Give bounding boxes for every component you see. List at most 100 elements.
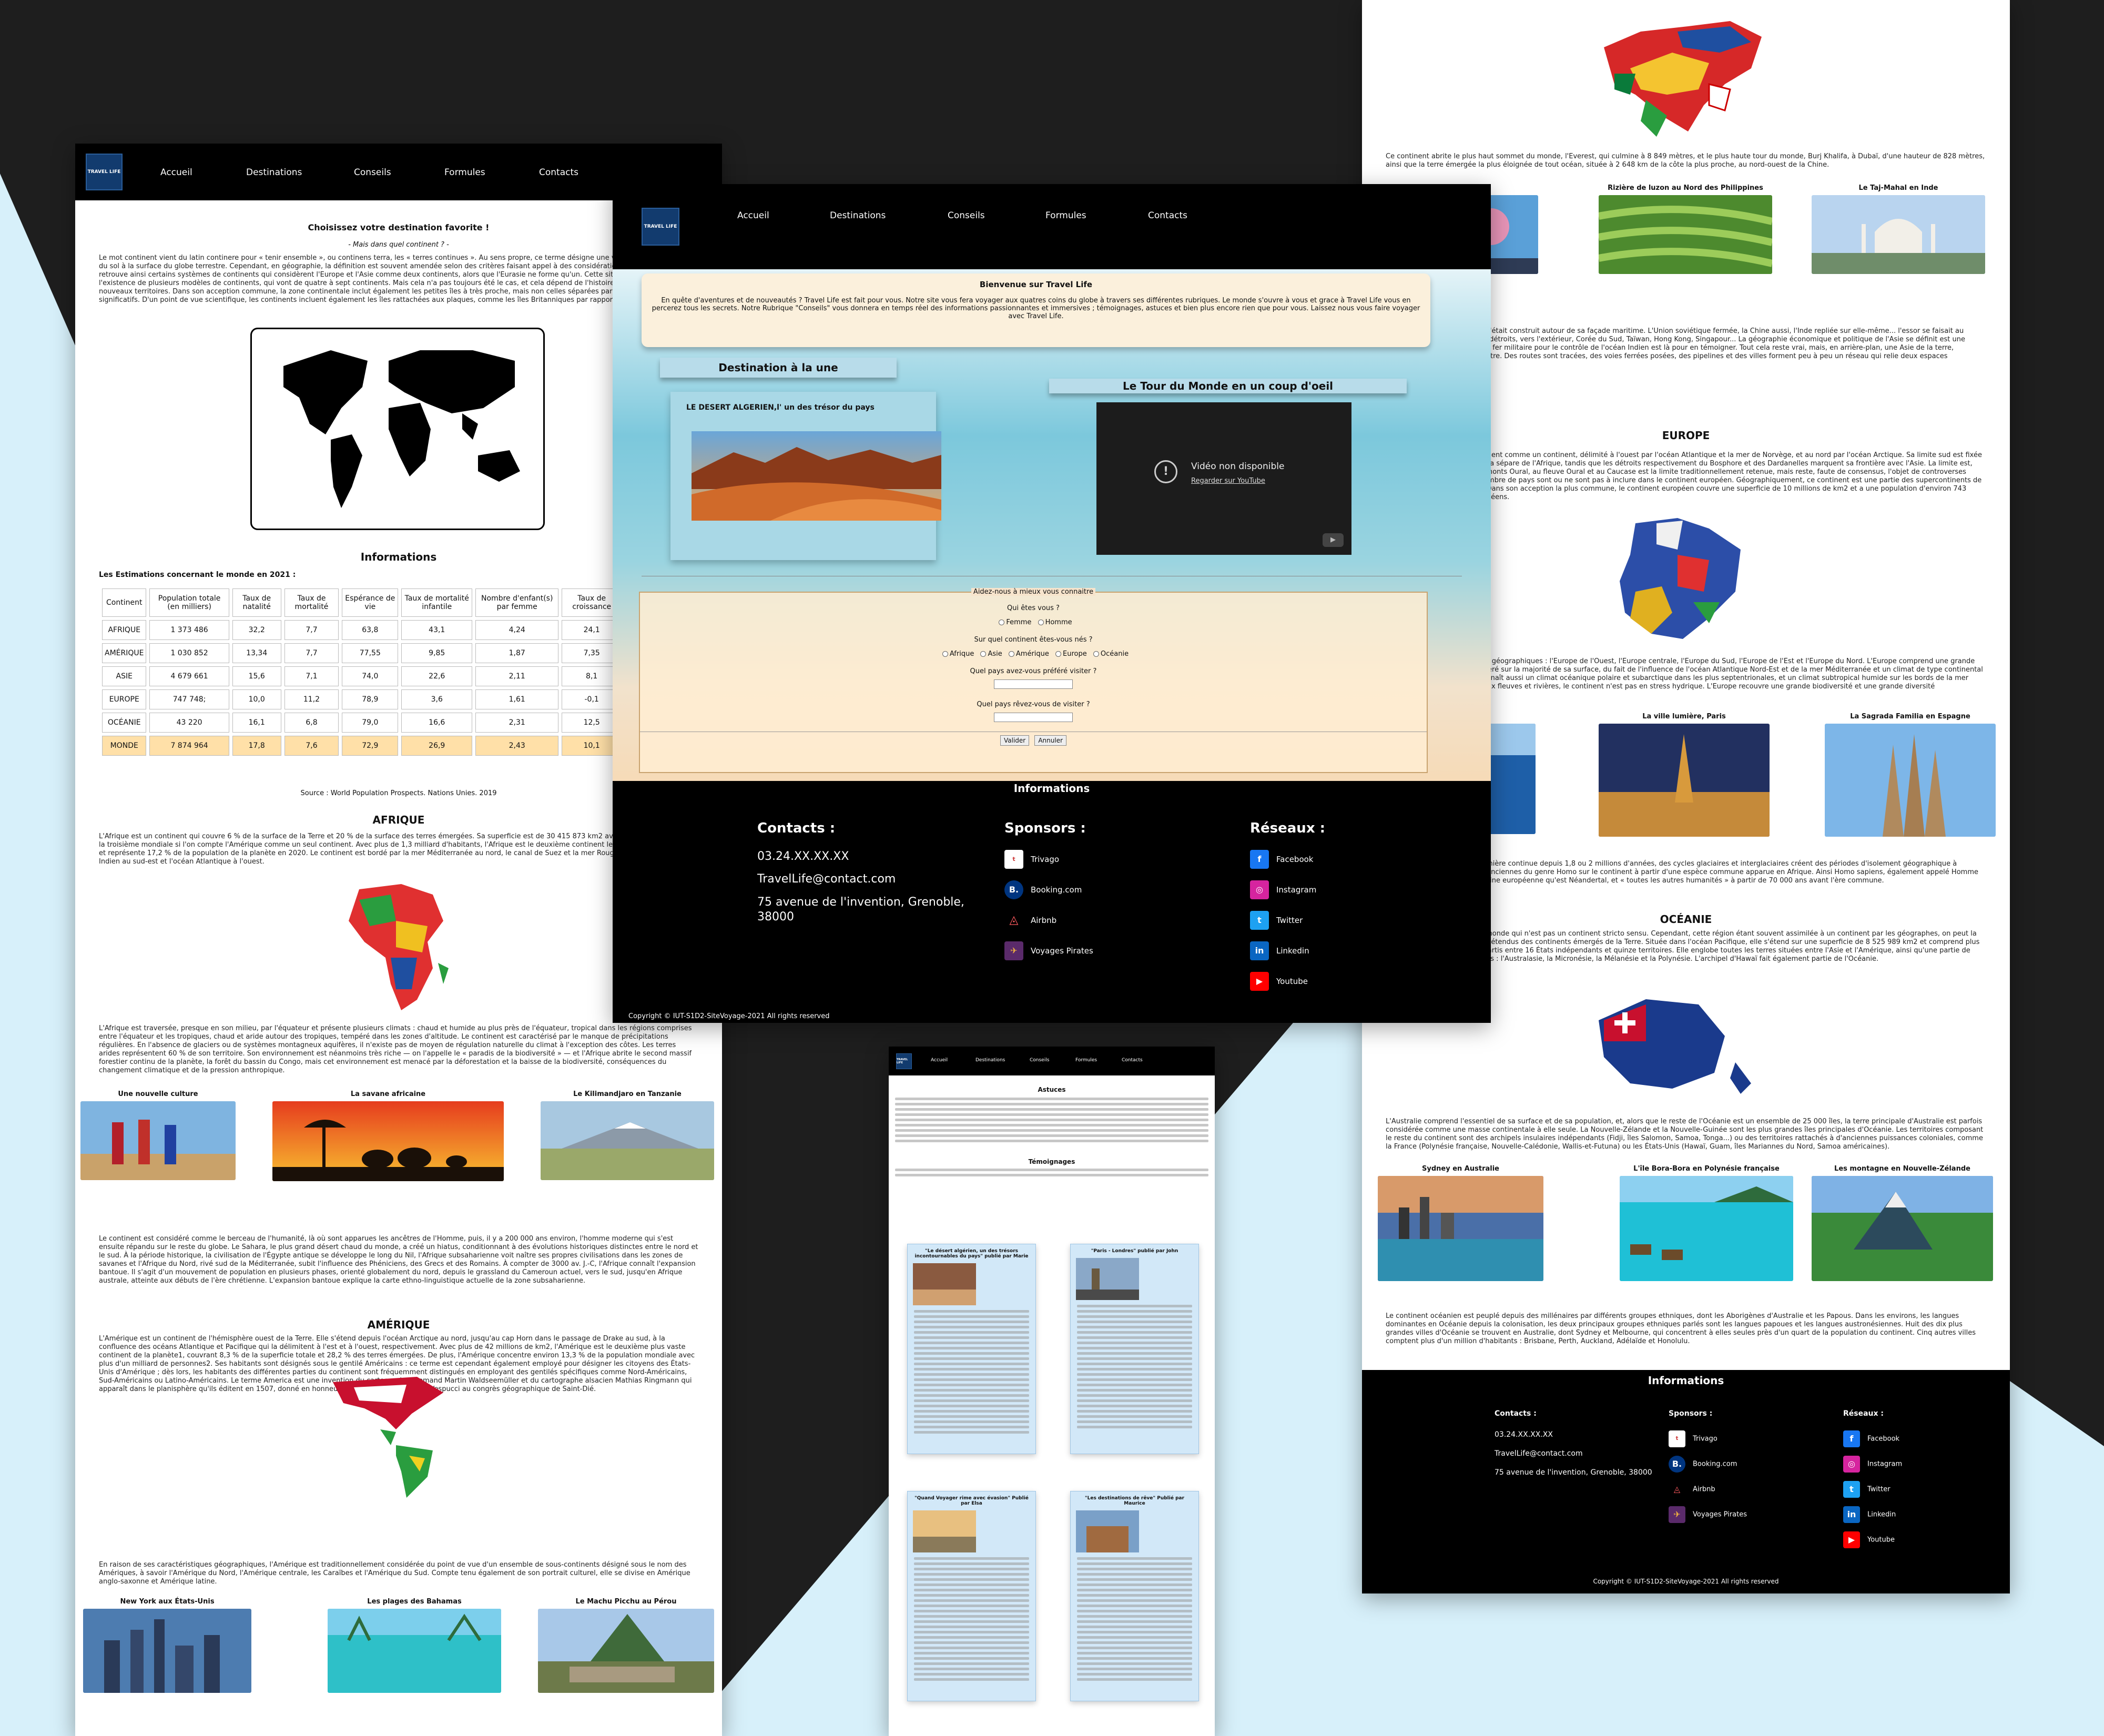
facebook-icon: f — [1250, 850, 1269, 869]
nav-formules-small[interactable]: Formules — [1075, 1058, 1097, 1063]
afrique-text-1: L'Afrique est un continent qui couvre 6 … — [99, 833, 696, 866]
nav-accueil-small[interactable]: Accueil — [931, 1058, 948, 1063]
world-map-icon — [283, 350, 520, 508]
nav-conseils-small[interactable]: Conseils — [1030, 1058, 1049, 1063]
caption-machu-picchu: Le Machu Picchu au Pérou — [575, 1598, 677, 1606]
sponsor-voyages-pirates[interactable]: ✈ Voyages Pirates — [1669, 1506, 1747, 1523]
option-amerique: Amérique — [1015, 650, 1049, 658]
dream-country-input[interactable] — [994, 713, 1073, 722]
sponsor-trivago[interactable]: t Trivago — [1669, 1430, 1747, 1447]
welcome-text: En quête d'aventures et de nouveautés ? … — [652, 297, 1420, 320]
caption-sydney: Sydney en Australie — [1422, 1165, 1499, 1173]
home-page: TRAVEL LIFE Accueil Destinations Conseil… — [613, 184, 1491, 1023]
radio-afrique[interactable] — [942, 651, 948, 657]
footer-home-title: Informations — [1013, 782, 1090, 795]
table-cell: 32,2 — [232, 620, 281, 640]
nav-accueil[interactable]: Accueil — [160, 167, 192, 178]
video-player[interactable]: ! Vidéo non disponible Regarder sur YouT… — [1096, 402, 1351, 555]
home-network-instagram[interactable]: ◎ Instagram — [1250, 880, 1325, 899]
sponsor-airbnb[interactable]: ◬ Airbnb — [1669, 1481, 1747, 1498]
reset-button[interactable]: Annuler — [1034, 735, 1067, 746]
table-cell: AMÉRIQUE — [102, 643, 147, 663]
nav-formules-home[interactable]: Formules — [1045, 210, 1086, 221]
home-network-linkedin[interactable]: in Linkedin — [1250, 941, 1325, 960]
caption-culture: Une nouvelle culture — [118, 1090, 198, 1098]
nav-contacts-small[interactable]: Contacts — [1122, 1058, 1143, 1063]
video-unavailable: Vidéo non disponible — [1191, 461, 1285, 472]
table-cell: 63,8 — [342, 620, 399, 640]
submit-button[interactable]: Valider — [1000, 735, 1030, 746]
radio-femme[interactable] — [999, 620, 1005, 625]
sponsor-booking[interactable]: B. Booking.com — [1669, 1456, 1747, 1473]
radio-oceanie[interactable] — [1093, 651, 1099, 657]
table-cell: 43 220 — [149, 713, 229, 733]
machu-picchu-photo — [538, 1609, 714, 1693]
home-sponsor-trivago[interactable]: t Trivago — [1004, 850, 1093, 869]
nav-destinations[interactable]: Destinations — [246, 167, 302, 178]
nav-contacts-home[interactable]: Contacts — [1148, 210, 1187, 221]
video-youtube-link[interactable]: Regarder sur YouTube — [1191, 477, 1265, 485]
nav-conseils[interactable]: Conseils — [354, 167, 391, 178]
nav-destinations-home[interactable]: Destinations — [830, 210, 886, 221]
travel-life-logo[interactable]: TRAVEL LIFE — [86, 154, 123, 190]
taj-photo — [1812, 195, 1985, 274]
home-network-twitter[interactable]: t Twitter — [1250, 911, 1325, 930]
table-header: Nombre d'enfant(s) par femme — [475, 588, 559, 617]
radio-asie[interactable] — [980, 651, 987, 657]
astuces-title: Astuces — [1038, 1086, 1066, 1093]
home-network-facebook[interactable]: f Facebook — [1250, 850, 1325, 869]
home-sponsor-booking[interactable]: B. Booking.com — [1004, 880, 1093, 899]
table-cell: 16,1 — [232, 713, 281, 733]
testimonial-card: "Quand Voyager rime avec évasion" Publié… — [907, 1491, 1036, 1701]
table-row: EUROPE 747 748; 10,0 11,2 78,9 3,6 1,61 -0,1 — [102, 689, 622, 709]
oceanie-flag-map — [1599, 999, 1751, 1094]
radio-amerique[interactable] — [1008, 651, 1014, 657]
tour-banner: Le Tour du Monde en un coup d'oeil — [1049, 379, 1407, 393]
option-femme: Femme — [1006, 618, 1032, 626]
booking-icon: B. — [1004, 880, 1023, 899]
radio-homme[interactable] — [1038, 620, 1044, 625]
caption-newyork: New York aux États-Unis — [120, 1598, 215, 1606]
network-twitter[interactable]: t Twitter — [1843, 1481, 1902, 1498]
home-sponsor-airbnb[interactable]: ◬ Airbnb — [1004, 911, 1093, 930]
option-afrique: Afrique — [949, 650, 974, 658]
travel-life-logo-home[interactable]: TRAVEL LIFE — [642, 208, 679, 246]
nav-destinations-small[interactable]: Destinations — [975, 1058, 1005, 1063]
table-cell: AFRIQUE — [102, 620, 147, 640]
footer-home-email[interactable]: TravelLife@contact.com — [757, 872, 968, 886]
youtube-icon: ▶ — [1843, 1531, 1860, 1548]
navbar-home: TRAVEL LIFE Accueil Destinations Conseil… — [613, 184, 1491, 269]
linkedin-icon: in — [1250, 941, 1269, 960]
table-cell: 10,0 — [232, 689, 281, 709]
destinations-intro: Le mot continent vient du latin continer… — [99, 254, 694, 304]
afrique-text-3: Le continent est considéré comme le berc… — [99, 1235, 698, 1285]
q1-label: Qui êtes vous ? — [1007, 604, 1060, 612]
nav-accueil-home[interactable]: Accueil — [737, 210, 769, 221]
table-header: Espérance de vie — [342, 588, 399, 617]
network-youtube[interactable]: ▶ Youtube — [1843, 1531, 1902, 1548]
caption-bahamas: Les plages des Bahamas — [367, 1598, 462, 1606]
youtube-icon[interactable]: ▶ — [1323, 533, 1344, 547]
favorite-country-input[interactable] — [994, 679, 1073, 689]
network-linkedin[interactable]: in Linkedin — [1843, 1506, 1902, 1523]
travel-life-logo-small[interactable]: TRAVEL LIFE — [896, 1053, 912, 1069]
home-network-youtube[interactable]: ▶ Youtube — [1250, 972, 1325, 991]
youtube-icon: ▶ — [1250, 972, 1269, 991]
option-asie: Asie — [988, 650, 1002, 658]
network-instagram[interactable]: ◎ Instagram — [1843, 1456, 1902, 1473]
network-facebook[interactable]: f Facebook — [1843, 1430, 1902, 1447]
table-row: OCÉANIE 43 220 16,1 6,8 79,0 16,6 2,31 12,5 — [102, 713, 622, 733]
table-cell: 17,8 — [232, 736, 281, 756]
temoignages-intro — [889, 1169, 1215, 1176]
table-row: AFRIQUE 1 373 486 32,2 7,7 63,8 43,1 4,24 24,1 — [102, 620, 622, 640]
nav-contacts[interactable]: Contacts — [539, 167, 578, 178]
trivago-icon: t — [1669, 1430, 1685, 1447]
nav-conseils-home[interactable]: Conseils — [948, 210, 985, 221]
airbnb-icon: ◬ — [1004, 911, 1023, 930]
nav-formules[interactable]: Formules — [444, 167, 485, 178]
radio-europe[interactable] — [1055, 651, 1062, 657]
table-cell: 7,7 — [284, 620, 339, 640]
footer-sponsors-title: Sponsors : — [1669, 1409, 1713, 1418]
home-sponsor-voyages-pirates[interactable]: ✈ Voyages Pirates — [1004, 941, 1093, 960]
footer-email[interactable]: TravelLife@contact.com — [1495, 1449, 1652, 1458]
